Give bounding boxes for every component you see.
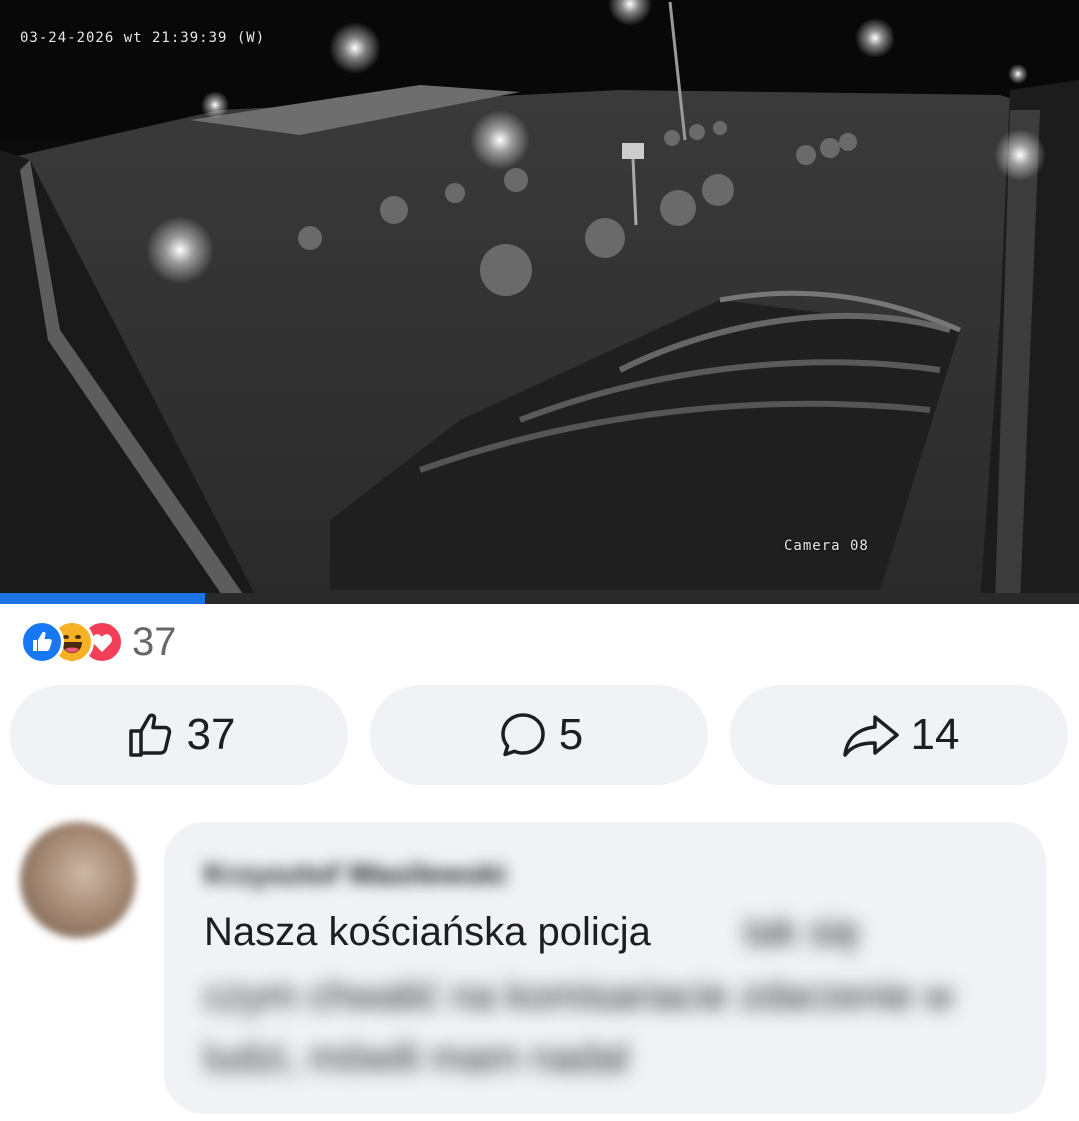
comment-bubble: Krzysztof Wasilewski Nasza kościańska po…	[164, 822, 1046, 1114]
reactions-count: 37	[132, 620, 177, 664]
like-button[interactable]: 37	[10, 685, 348, 785]
comment-bubble-icon	[501, 713, 545, 757]
share-arrow-icon	[842, 715, 899, 757]
like-reaction-icon	[20, 620, 64, 664]
video-player[interactable]: 03-24-2026 wt 21:39:39 (W) Camera 08	[0, 0, 1079, 604]
video-progress-bar[interactable]	[0, 593, 1079, 604]
video-progress-fill	[0, 593, 205, 604]
cctv-scene	[0, 0, 1079, 604]
comment-author[interactable]: Krzysztof Wasilewski	[204, 858, 506, 892]
commenter-avatar[interactable]	[20, 822, 136, 938]
camera-label: Camera 08	[784, 538, 869, 554]
comment-text-blurred: tak się	[744, 910, 860, 954]
video-timestamp: 03-24-2026 wt 21:39:39 (W)	[20, 30, 266, 46]
comment-count: 5	[558, 710, 584, 759]
comment-button[interactable]: 5	[370, 685, 708, 785]
share-count: 14	[910, 710, 960, 759]
share-button[interactable]: 14	[730, 685, 1068, 785]
comment-text-blurred: czym chwalić na komisariacie zdarzenie w	[204, 974, 954, 1018]
thumbs-up-icon	[128, 713, 171, 757]
post-actions-bar: 37 5 14	[10, 685, 1070, 785]
like-count: 37	[186, 710, 236, 759]
reactions-summary[interactable]: 37	[20, 618, 177, 666]
comment-text: Nasza kościańska policja	[204, 910, 651, 954]
comment-text-blurred: ludzi, mówili mam nadal	[204, 1036, 629, 1080]
